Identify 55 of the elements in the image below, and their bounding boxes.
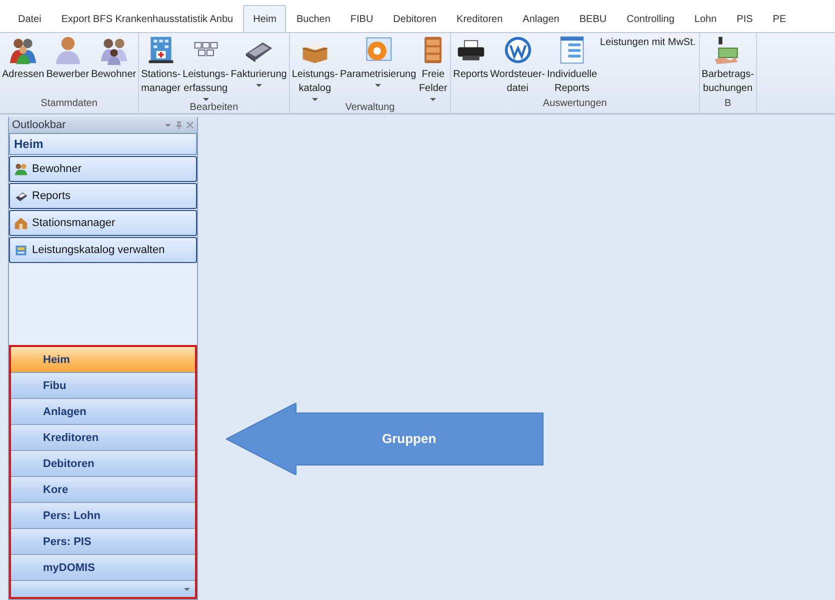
ribbon-tab[interactable]: Anlagen — [512, 5, 570, 32]
people-icon — [14, 162, 28, 176]
group-title: Heim — [9, 133, 197, 155]
navigation-group-button[interactable]: Anlagen — [11, 399, 195, 425]
ribbon-button[interactable]: Barbetrags- buchungen — [700, 35, 755, 96]
ribbon-tab[interactable]: Kreditoren — [446, 5, 513, 32]
ribbon-button[interactable]: Reports — [452, 35, 490, 82]
ribbon-button[interactable]: Bewohner — [90, 35, 138, 82]
ribbon-button[interactable]: Individuelle Reports — [546, 35, 598, 96]
group-label: Auswertungen — [542, 97, 608, 111]
ribbon-tab[interactable]: Export BFS Krankenhausstatistik Anbu — [51, 5, 244, 32]
group-label: Verwaltung — [344, 101, 396, 115]
navigation-group-button[interactable]: Pers: PIS — [11, 529, 195, 555]
outlookbar-item[interactable]: Leistungskatalog verwalten — [9, 237, 197, 263]
ribbon-button[interactable]: Freie Felder — [417, 35, 450, 101]
navigation-group-button[interactable]: Kreditoren — [11, 425, 195, 451]
ribbon-button[interactable]: Parametrisierung — [338, 35, 418, 87]
ribbon-button[interactable]: Leistungen mit MwSt. — [598, 35, 698, 50]
ribbon-button[interactable]: Bewerber — [45, 35, 90, 82]
outlookbar-item[interactable]: Reports — [9, 183, 197, 209]
house-icon — [14, 216, 28, 230]
ribbon-tab[interactable]: Heim — [243, 5, 286, 32]
ribbon-tab[interactable]: Buchen — [286, 5, 340, 32]
ribbon-tab[interactable]: FIBU — [340, 5, 384, 32]
ribbon-button[interactable]: Leistungs- katalog — [290, 35, 339, 101]
navigation-group-button[interactable]: Debitoren — [11, 451, 195, 477]
caret-icon[interactable] — [184, 588, 190, 590]
navigation-group-button[interactable]: myDOMIS — [11, 555, 195, 581]
ribbon-tab[interactable]: BEBU — [569, 5, 617, 32]
navigation-group-button[interactable]: Heim — [11, 347, 195, 373]
ribbon-button[interactable]: Wordsteuer- datei — [489, 35, 546, 96]
navigation-group-button[interactable]: Fibu — [11, 373, 195, 399]
pin-icon[interactable] — [175, 121, 183, 129]
dropdown-icon[interactable] — [164, 121, 172, 129]
panel-title: Outlookbar — [12, 119, 67, 131]
ribbon-tab[interactable]: Debitoren — [383, 5, 447, 32]
arrow-label: Gruppen — [382, 431, 436, 446]
outlookbar-item[interactable]: Stationsmanager — [9, 210, 197, 236]
group-label: B — [723, 97, 732, 111]
outlookbar-item[interactable]: Bewohner — [9, 156, 197, 182]
ribbon-button[interactable]: Fakturierung — [230, 35, 288, 87]
ribbon-tab[interactable]: Datei — [8, 5, 52, 32]
ribbon-tab[interactable]: Lohn — [684, 5, 727, 32]
ribbon-tab[interactable]: Controlling — [616, 5, 684, 32]
ribbon-button[interactable]: Leistungs- erfassung — [182, 35, 230, 101]
cabinet-icon — [14, 243, 28, 257]
ribbon-button[interactable]: Stations- manager — [140, 35, 182, 96]
ribbon-tab[interactable]: PE — [762, 5, 796, 32]
group-label: Bearbeiten — [188, 101, 240, 115]
navigation-group-button[interactable]: Pers: Lohn — [11, 503, 195, 529]
ribbon-tab[interactable]: PIS — [726, 5, 763, 32]
group-label: Stammdaten — [40, 97, 98, 111]
navigation-group-button[interactable]: Kore — [11, 477, 195, 503]
ribbon-button[interactable]: Adressen — [1, 35, 46, 82]
close-icon[interactable] — [186, 121, 194, 129]
